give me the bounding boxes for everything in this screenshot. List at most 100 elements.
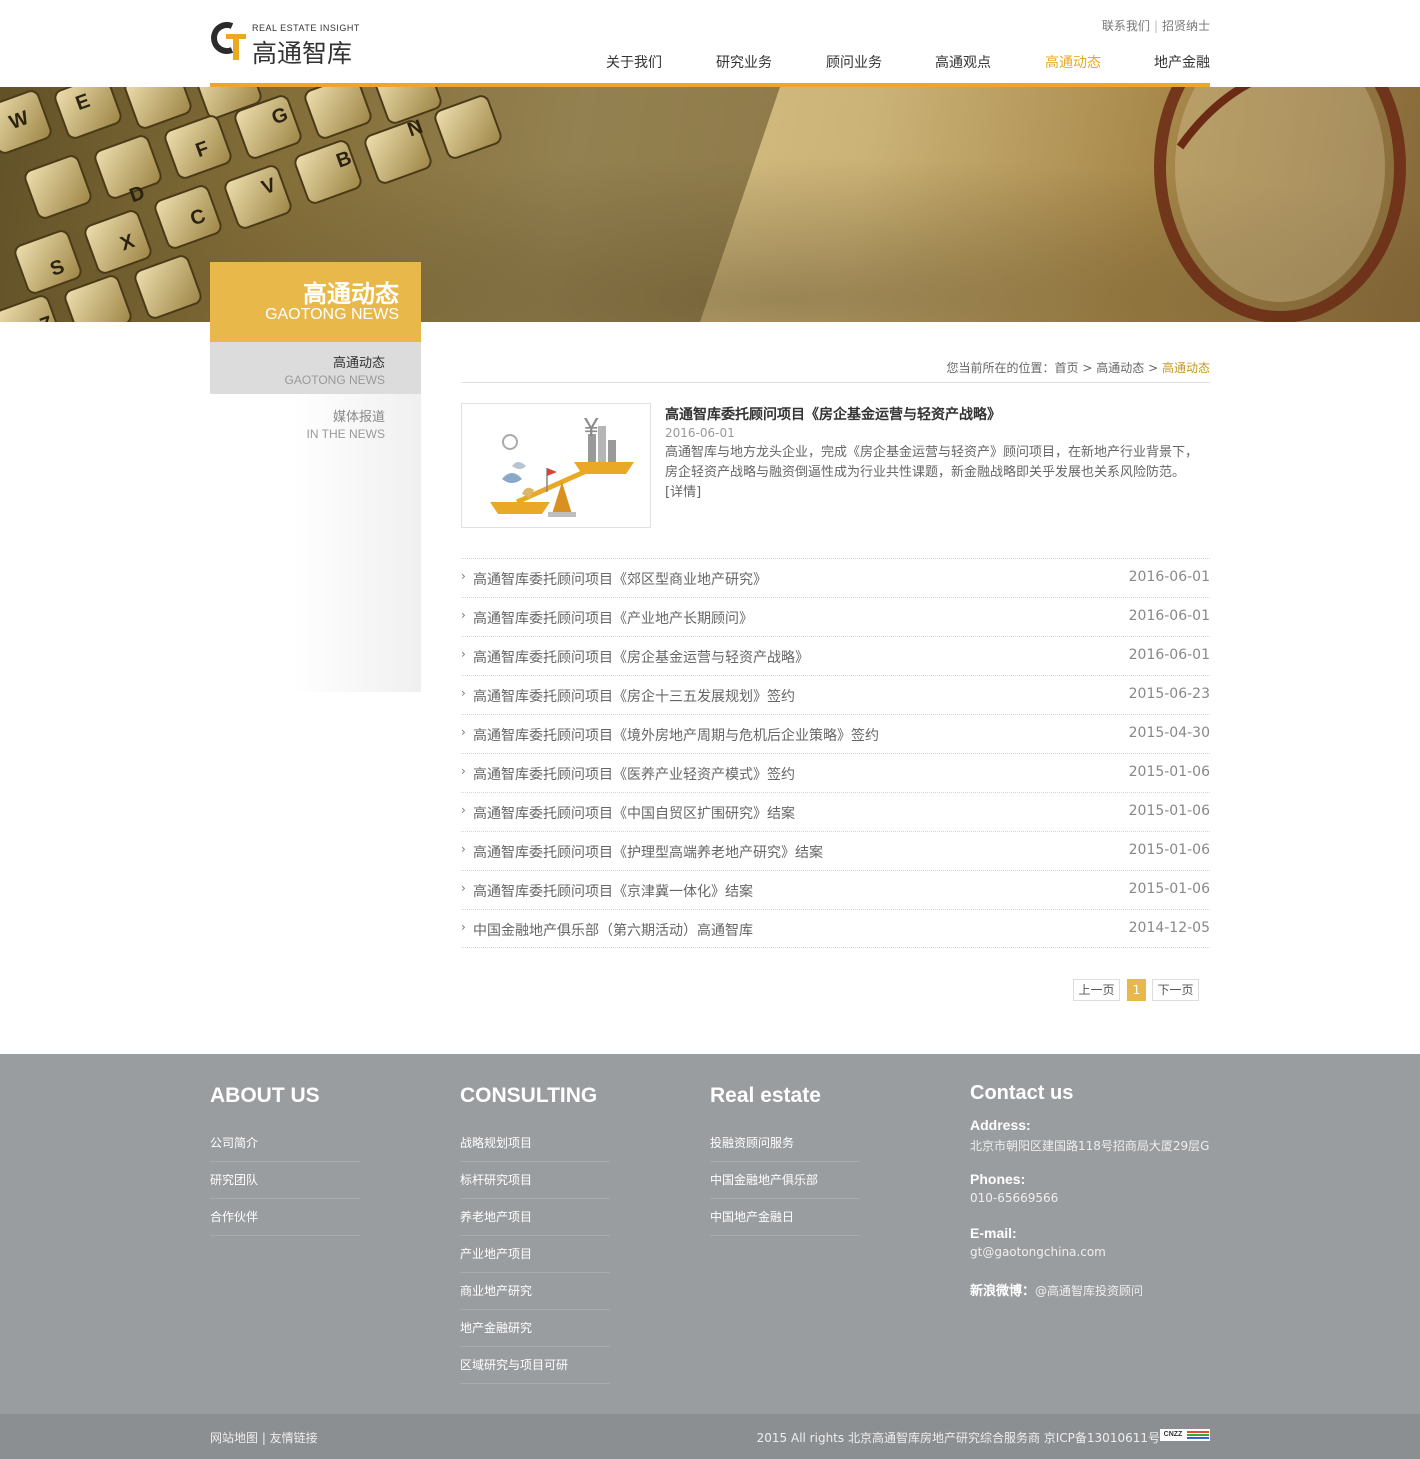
news-title[interactable]: 高通智库委托顾问项目《房企十三五发展规划》签约 — [473, 686, 795, 706]
footer-consulting-links: 战略规划项目 标杆研究项目 养老地产项目 产业地产项目 商业地产研究 地产金融研究 区域研究… — [460, 1125, 610, 1384]
news-date: 2016-06-01 — [1128, 647, 1210, 663]
logo-name: 高通智库 — [252, 39, 353, 68]
sidebar-title: 高通动态 GAOTONG NEWS — [210, 262, 421, 342]
site-header: REAL ESTATE INSIGHT 高通智库 联系我们 | 招贤纳士 关于我们 … — [0, 0, 1420, 87]
news-row[interactable]: › 高通智库委托顾问项目《房企十三五发展规划》签约 2015-06-23 — [461, 675, 1210, 714]
divider: | — [1153, 19, 1158, 33]
footer-link[interactable]: 战略规划项目 — [460, 1125, 610, 1162]
nav-consulting[interactable]: 顾问业务 — [826, 52, 882, 72]
news-list: › 高通智库委托顾问项目《郊区型商业地产研究》 2016-06-01 › 高通智库委托顾… — [461, 558, 1210, 948]
footer-link[interactable]: 中国地产金融日 — [710, 1199, 860, 1236]
footer-realestate-links: 投融资顾问服务 中国金融地产俱乐部 中国地产金融日 — [710, 1125, 860, 1236]
chevron-right-icon: › — [461, 803, 466, 817]
footer-link[interactable]: 地产金融研究 — [460, 1310, 610, 1347]
footer-contact-title: Contact us — [970, 1082, 1074, 1104]
chevron-right-icon: › — [461, 686, 466, 700]
nav-about[interactable]: 关于我们 — [606, 52, 662, 72]
news-row[interactable]: › 高通智库委托顾问项目《境外房地产周期与危机后企业策略》签约 2015-04-30 — [461, 714, 1210, 753]
footer-link[interactable]: 养老地产项目 — [460, 1199, 610, 1236]
news-row[interactable]: › 高通智库委托顾问项目《郊区型商业地产研究》 2016-06-01 — [461, 558, 1210, 597]
news-row[interactable]: › 高通智库委托顾问项目《中国自贸区扩围研究》结案 2015-01-06 — [461, 792, 1210, 831]
sidebar-item-news[interactable]: 高通动态 GAOTONG NEWS — [210, 342, 421, 394]
footer-link[interactable]: 产业地产项目 — [460, 1236, 610, 1273]
news-row[interactable]: › 高通智库委托顾问项目《京津冀一体化》结案 2015-01-06 — [461, 870, 1210, 909]
news-row[interactable]: › 高通智库委托顾问项目《医养产业轻资产模式》签约 2015-01-06 — [461, 753, 1210, 792]
copyright: 2015 All rights 北京高通智库房地产研究综合服务商 京ICP备13… — [756, 1431, 1160, 1445]
footer-about-links: 公司简介 研究团队 合作伙伴 — [210, 1125, 360, 1236]
nav-finance[interactable]: 地产金融 — [1154, 52, 1210, 72]
sidebar-item-label: 媒体报道 — [332, 410, 385, 425]
news-title[interactable]: 高通智库委托顾问项目《境外房地产周期与危机后企业策略》签约 — [473, 725, 879, 745]
footer-link[interactable]: 合作伙伴 — [210, 1199, 360, 1236]
featured-desc-text: 高通智库与地方龙头企业，完成《房企基金运营与轻资产》顾问项目，在新地产行业背景下… — [665, 445, 1199, 480]
sidebar-title-cn: 高通动态 — [303, 280, 399, 308]
news-row[interactable]: › 高通智库委托顾问项目《房企基金运营与轻资产战略》 2016-06-01 — [461, 636, 1210, 675]
footer-link[interactable]: 商业地产研究 — [460, 1273, 610, 1310]
weibo: 新浪微博：@高通智库投资顾问 — [970, 1280, 1143, 1299]
address-value: 北京市朝阳区建国路118号招商局大厦29层G — [970, 1139, 1210, 1153]
news-title[interactable]: 高通智库委托顾问项目《护理型高端养老地产研究》结案 — [473, 842, 823, 862]
site-footer: ABOUT US 公司简介 研究团队 合作伙伴 CONSULTING 战略规划项目标… — [0, 1054, 1420, 1414]
cnzz-badge-icon[interactable]: CNZZ — [1160, 1429, 1210, 1441]
chevron-right-icon: › — [461, 881, 466, 895]
email-value[interactable]: gt@gaotongchina.com — [970, 1245, 1106, 1259]
news-row[interactable]: › 高通智库委托顾问项目《产业地产长期顾问》 2016-06-01 — [461, 597, 1210, 636]
prev-page-button[interactable]: 上一页 — [1073, 979, 1120, 1001]
news-date: 2016-06-01 — [1128, 608, 1210, 624]
featured-more-link[interactable]: [详情] — [665, 485, 701, 500]
email-label: E-mail: — [970, 1225, 1017, 1241]
weibo-label: 新浪微博： — [970, 1284, 1036, 1299]
nav-research[interactable]: 研究业务 — [716, 52, 772, 72]
featured-description: 高通智库与地方龙头企业，完成《房企基金运营与轻资产》顾问项目，在新地产行业背景下… — [665, 443, 1210, 503]
page-number-current[interactable]: 1 — [1127, 979, 1146, 1001]
news-date: 2015-01-06 — [1128, 803, 1210, 819]
news-date: 2014-12-05 — [1128, 920, 1210, 936]
breadcrumb-sep: > — [1148, 361, 1159, 375]
chevron-right-icon: › — [461, 764, 466, 778]
news-date: 2015-04-30 — [1128, 725, 1210, 741]
news-title[interactable]: 高通智库委托顾问项目《房企基金运营与轻资产战略》 — [473, 647, 809, 667]
site-logo[interactable]: REAL ESTATE INSIGHT 高通智库 — [210, 20, 370, 68]
chevron-right-icon: › — [461, 569, 466, 583]
breadcrumb-home[interactable]: 首页 — [1055, 361, 1079, 375]
news-title[interactable]: 中国金融地产俱乐部（第六期活动）高通智库 — [473, 920, 753, 940]
news-title[interactable]: 高通智库委托顾问项目《中国自贸区扩围研究》结案 — [473, 803, 795, 823]
nav-news[interactable]: 高通动态 — [1045, 52, 1101, 72]
balance-scale-icon: ¥ — [490, 412, 634, 517]
chevron-right-icon: › — [461, 725, 466, 739]
footer-link[interactable]: 公司简介 — [210, 1125, 360, 1162]
sidebar-background — [210, 342, 421, 692]
news-title[interactable]: 高通智库委托顾问项目《郊区型商业地产研究》 — [473, 569, 767, 589]
news-title[interactable]: 高通智库委托顾问项目《京津冀一体化》结案 — [473, 881, 753, 901]
breadcrumb-section[interactable]: 高通动态 — [1096, 361, 1144, 375]
next-page-button[interactable]: 下一页 — [1152, 979, 1199, 1001]
nav-viewpoints[interactable]: 高通观点 — [935, 52, 991, 72]
news-date: 2016-06-01 — [1128, 569, 1210, 585]
news-row[interactable]: › 中国金融地产俱乐部（第六期活动）高通智库 2014-12-05 — [461, 909, 1210, 948]
divider — [461, 382, 1210, 383]
footer-link[interactable]: 投融资顾问服务 — [710, 1125, 860, 1162]
news-title[interactable]: 高通智库委托顾问项目《产业地产长期顾问》 — [473, 608, 753, 628]
footer-link[interactable]: 中国金融地产俱乐部 — [710, 1162, 860, 1199]
chevron-right-icon: › — [461, 920, 466, 934]
breadcrumb-current: 高通动态 — [1161, 361, 1210, 375]
news-title[interactable]: 高通智库委托顾问项目《医养产业轻资产模式》签约 — [473, 764, 795, 784]
footer-link[interactable]: 标杆研究项目 — [460, 1162, 610, 1199]
featured-title[interactable]: 高通智库委托顾问项目《房企基金运营与轻资产战略》 — [665, 404, 1001, 424]
careers-link[interactable]: 招贤纳士 — [1162, 19, 1210, 33]
contact-us-link[interactable]: 联系我们 — [1102, 19, 1150, 33]
news-date: 2015-06-23 — [1128, 686, 1210, 702]
breadcrumb-sep: > — [1082, 361, 1093, 375]
sitemap-friend-links[interactable]: 网站地图 | 友情链接 — [210, 1429, 318, 1446]
news-date: 2015-01-06 — [1128, 881, 1210, 897]
sidebar-item-media[interactable]: 媒体报道 IN THE NEWS — [210, 396, 421, 448]
bottom-bar: 网站地图 | 友情链接 2015 All rights 北京高通智库房地产研究综… — [0, 1414, 1420, 1459]
chevron-right-icon: › — [461, 608, 466, 622]
phone-value: 010-65669566 — [970, 1191, 1059, 1205]
featured-image[interactable]: ¥ — [461, 403, 651, 528]
footer-link[interactable]: 研究团队 — [210, 1162, 360, 1199]
phones-label: Phones: — [970, 1171, 1026, 1187]
news-row[interactable]: › 高通智库委托顾问项目《护理型高端养老地产研究》结案 2015-01-06 — [461, 831, 1210, 870]
weibo-link[interactable]: @高通智库投资顾问 — [1035, 1284, 1143, 1298]
footer-link[interactable]: 区域研究与项目可研 — [460, 1347, 610, 1384]
